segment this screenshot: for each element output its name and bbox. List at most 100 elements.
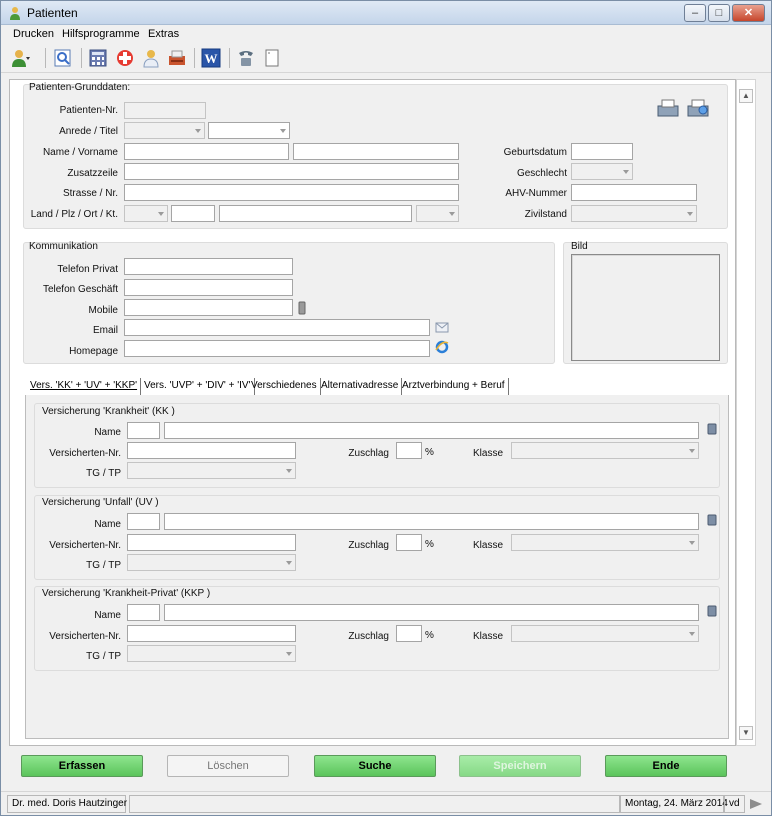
vers-kk-zuschlag-field[interactable] <box>396 442 422 459</box>
chevron-down-icon <box>689 541 695 545</box>
internet-explorer-icon[interactable] <box>435 340 449 354</box>
homepage-field[interactable] <box>124 340 430 357</box>
vers-kk-klasse-label: Klasse <box>472 448 503 459</box>
scroll-down-icon[interactable]: ▼ <box>739 726 753 740</box>
email-field[interactable] <box>124 319 430 336</box>
vers-uv-klasse-select[interactable] <box>511 534 699 551</box>
tab-arztverbindung-beruf[interactable]: Arztverbindung + Beruf <box>402 378 509 395</box>
print-preview-icon[interactable] <box>685 98 711 118</box>
scroll-up-icon[interactable]: ▲ <box>739 89 753 103</box>
envelope-icon[interactable] <box>435 320 449 334</box>
name-field[interactable] <box>124 143 289 160</box>
vers-kkp-versnr-field[interactable] <box>127 625 296 642</box>
calculator-icon[interactable] <box>88 48 108 68</box>
speichern-button[interactable]: Speichern <box>459 755 581 777</box>
vorname-field[interactable] <box>293 143 459 160</box>
vers-uv-tgtp-select[interactable] <box>127 554 296 571</box>
land-select[interactable] <box>124 205 168 222</box>
status-date: Montag, 24. März 2014 <box>620 795 728 813</box>
vers-kk-name-code[interactable] <box>127 422 160 439</box>
vers-kk-name-label: Name <box>94 427 121 438</box>
vers-uv-zuschlag-label: Zuschlag <box>348 540 389 551</box>
medical-cross-icon[interactable] <box>115 48 135 68</box>
maximize-button[interactable]: □ <box>708 4 730 22</box>
title-bar: Patienten – □ ✕ <box>1 1 771 25</box>
patienten-nr-field <box>124 102 206 119</box>
vers-uv-versnr-field[interactable] <box>127 534 296 551</box>
menu-drucken[interactable]: Drucken <box>13 28 54 40</box>
tab-alternativadresse[interactable]: Alternativadresse <box>321 378 403 395</box>
vers-kkp-name-label: Name <box>94 610 121 621</box>
geburtsdatum-field[interactable] <box>571 143 633 160</box>
zivilstand-select[interactable] <box>571 205 697 222</box>
loeschen-button[interactable]: Löschen <box>167 755 289 777</box>
tab-vers-uvp-div-iv[interactable]: Vers. 'UVP' + 'DIV' + 'IV' <box>144 378 255 395</box>
ort-field[interactable] <box>219 205 412 222</box>
ende-button[interactable]: Ende <box>605 755 727 777</box>
vers-kk-versnr-field[interactable] <box>127 442 296 459</box>
titel-select[interactable] <box>208 122 290 139</box>
anrede-select[interactable] <box>124 122 205 139</box>
ahv-field[interactable] <box>571 184 697 201</box>
minimize-button[interactable]: – <box>684 4 706 22</box>
chevron-down-icon <box>286 469 292 473</box>
vers-kk-zuschlag-label: Zuschlag <box>348 448 389 459</box>
vers-kk-klasse-select[interactable] <box>511 442 699 459</box>
chevron-down-icon <box>158 212 164 216</box>
mobile-phone-icon[interactable] <box>295 301 309 315</box>
vers-kk-tgtp-label: TG / TP <box>86 468 121 479</box>
database-icon[interactable] <box>705 513 719 527</box>
vers-kkp-zuschlag-field[interactable] <box>396 625 422 642</box>
vers-kk-legend: Versicherung 'Krankheit' (KK ) <box>42 406 175 417</box>
person-dropdown-icon[interactable] <box>11 48 31 68</box>
database-icon[interactable] <box>705 604 719 618</box>
name-label: Name / Vorname <box>42 147 118 158</box>
zusatz-field[interactable] <box>124 163 459 180</box>
mobile-label: Mobile <box>88 305 118 316</box>
doctor-icon[interactable] <box>141 48 161 68</box>
chevron-down-icon <box>286 561 292 565</box>
vers-kkp-name-code[interactable] <box>127 604 160 621</box>
mobile-field[interactable] <box>124 299 293 316</box>
anrede-label: Anrede / Titel <box>59 126 118 137</box>
vers-uv-zuschlag-field[interactable] <box>396 534 422 551</box>
suche-button[interactable]: Suche <box>314 755 436 777</box>
tab-verschiedenes[interactable]: Verschiedenes <box>251 378 321 395</box>
kanton-select[interactable] <box>416 205 459 222</box>
menu-hilfsprogramme[interactable]: Hilfsprogramme <box>62 28 140 40</box>
bild-frame[interactable] <box>571 254 720 361</box>
phone-icon[interactable] <box>236 48 256 68</box>
plz-field[interactable] <box>171 205 215 222</box>
svg-text:W: W <box>205 51 218 66</box>
search-document-icon[interactable] <box>53 48 73 68</box>
print-icon[interactable] <box>655 98 681 118</box>
resize-grip-icon[interactable] <box>749 797 763 811</box>
vers-uv-klasse-label: Klasse <box>472 540 503 551</box>
vers-uv-name-field[interactable] <box>164 513 699 530</box>
chevron-down-icon <box>286 652 292 656</box>
geschlecht-select[interactable] <box>571 163 633 180</box>
chevron-down-icon <box>623 170 629 174</box>
telefon-privat-field[interactable] <box>124 258 293 275</box>
vers-uv-name-label: Name <box>94 519 121 530</box>
vers-kk-name-field[interactable] <box>164 422 699 439</box>
close-button[interactable]: ✕ <box>732 4 765 22</box>
chevron-down-icon <box>280 129 286 133</box>
vers-kkp-tgtp-select[interactable] <box>127 645 296 662</box>
printer-box-icon[interactable] <box>167 48 187 68</box>
blank-document-icon[interactable] <box>262 48 282 68</box>
telefon-privat-label: Telefon Privat <box>57 264 118 275</box>
vers-uv-name-code[interactable] <box>127 513 160 530</box>
vers-kkp-name-field[interactable] <box>164 604 699 621</box>
vertical-scrollbar[interactable]: ▲ ▼ <box>736 79 756 746</box>
menu-extras[interactable]: Extras <box>148 28 179 40</box>
vers-kkp-klasse-select[interactable] <box>511 625 699 642</box>
word-icon[interactable]: W <box>201 48 221 68</box>
kommunikation-legend: Kommunikation <box>29 241 98 252</box>
telefon-geschaeft-field[interactable] <box>124 279 293 296</box>
erfassen-button[interactable]: Erfassen <box>21 755 143 777</box>
strasse-field[interactable] <box>124 184 459 201</box>
vers-kk-tgtp-select[interactable] <box>127 462 296 479</box>
database-icon[interactable] <box>705 422 719 436</box>
tab-vers-kk-uv-kkp[interactable]: Vers. 'KK' + 'UV' + 'KKP' <box>30 378 142 395</box>
